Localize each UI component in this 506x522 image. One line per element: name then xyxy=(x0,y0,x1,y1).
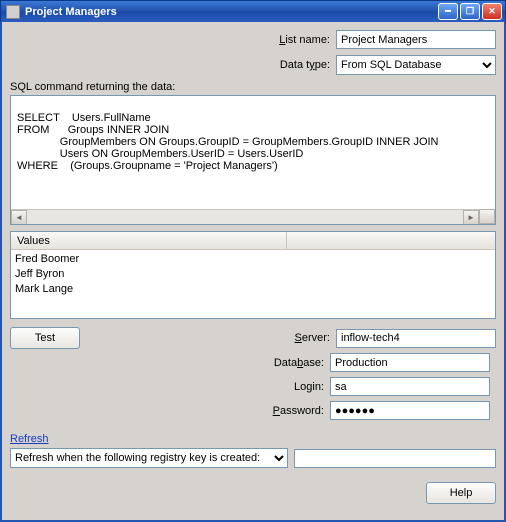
password-input[interactable] xyxy=(330,401,490,420)
server-input[interactable] xyxy=(336,329,496,348)
sql-scrollbar[interactable]: ◄ ► xyxy=(11,209,479,224)
scroll-right-icon[interactable]: ► xyxy=(463,210,479,225)
refresh-link[interactable]: Refresh xyxy=(10,433,49,445)
window-frame: List name: Data type: From SQL Database … xyxy=(0,22,506,522)
refresh-key-input[interactable] xyxy=(294,449,496,468)
sql-label: SQL command returning the data: xyxy=(10,81,496,93)
list-name-input[interactable] xyxy=(336,30,496,49)
login-label: Login: xyxy=(10,381,324,393)
window-title: Project Managers xyxy=(25,6,438,18)
list-item[interactable]: Mark Lange xyxy=(15,282,491,297)
server-label: Server: xyxy=(295,332,330,344)
sql-textarea[interactable]: SELECT Users.FullName FROM Groups INNER … xyxy=(10,95,496,225)
list-item[interactable]: Jeff Byron xyxy=(15,267,491,282)
close-button[interactable]: ✕ xyxy=(482,3,502,20)
data-type-select[interactable]: From SQL Database xyxy=(336,55,496,75)
values-table: Values Fred Boomer Jeff Byron Mark Lange xyxy=(10,231,496,319)
minimize-button[interactable]: ━ xyxy=(438,3,458,20)
database-input[interactable] xyxy=(330,353,490,372)
database-label: Database: xyxy=(10,357,324,369)
login-input[interactable] xyxy=(330,377,490,396)
test-button[interactable]: Test xyxy=(10,327,80,349)
refresh-mode-select[interactable]: Refresh when the following registry key … xyxy=(10,448,288,468)
data-type-label: Data type: xyxy=(230,59,330,71)
title-bar: Project Managers ━ ❐ ✕ xyxy=(0,0,506,22)
list-item[interactable]: Fred Boomer xyxy=(15,252,491,267)
maximize-button[interactable]: ❐ xyxy=(460,3,480,20)
password-label: Password: xyxy=(10,405,324,417)
values-header-row: Values xyxy=(11,232,495,250)
size-grip-icon[interactable] xyxy=(479,209,495,224)
help-button[interactable]: Help xyxy=(426,482,496,504)
scroll-left-icon[interactable]: ◄ xyxy=(11,210,27,225)
list-name-label: List name: xyxy=(230,34,330,46)
app-icon xyxy=(6,5,20,19)
values-header[interactable]: Values xyxy=(11,232,287,249)
